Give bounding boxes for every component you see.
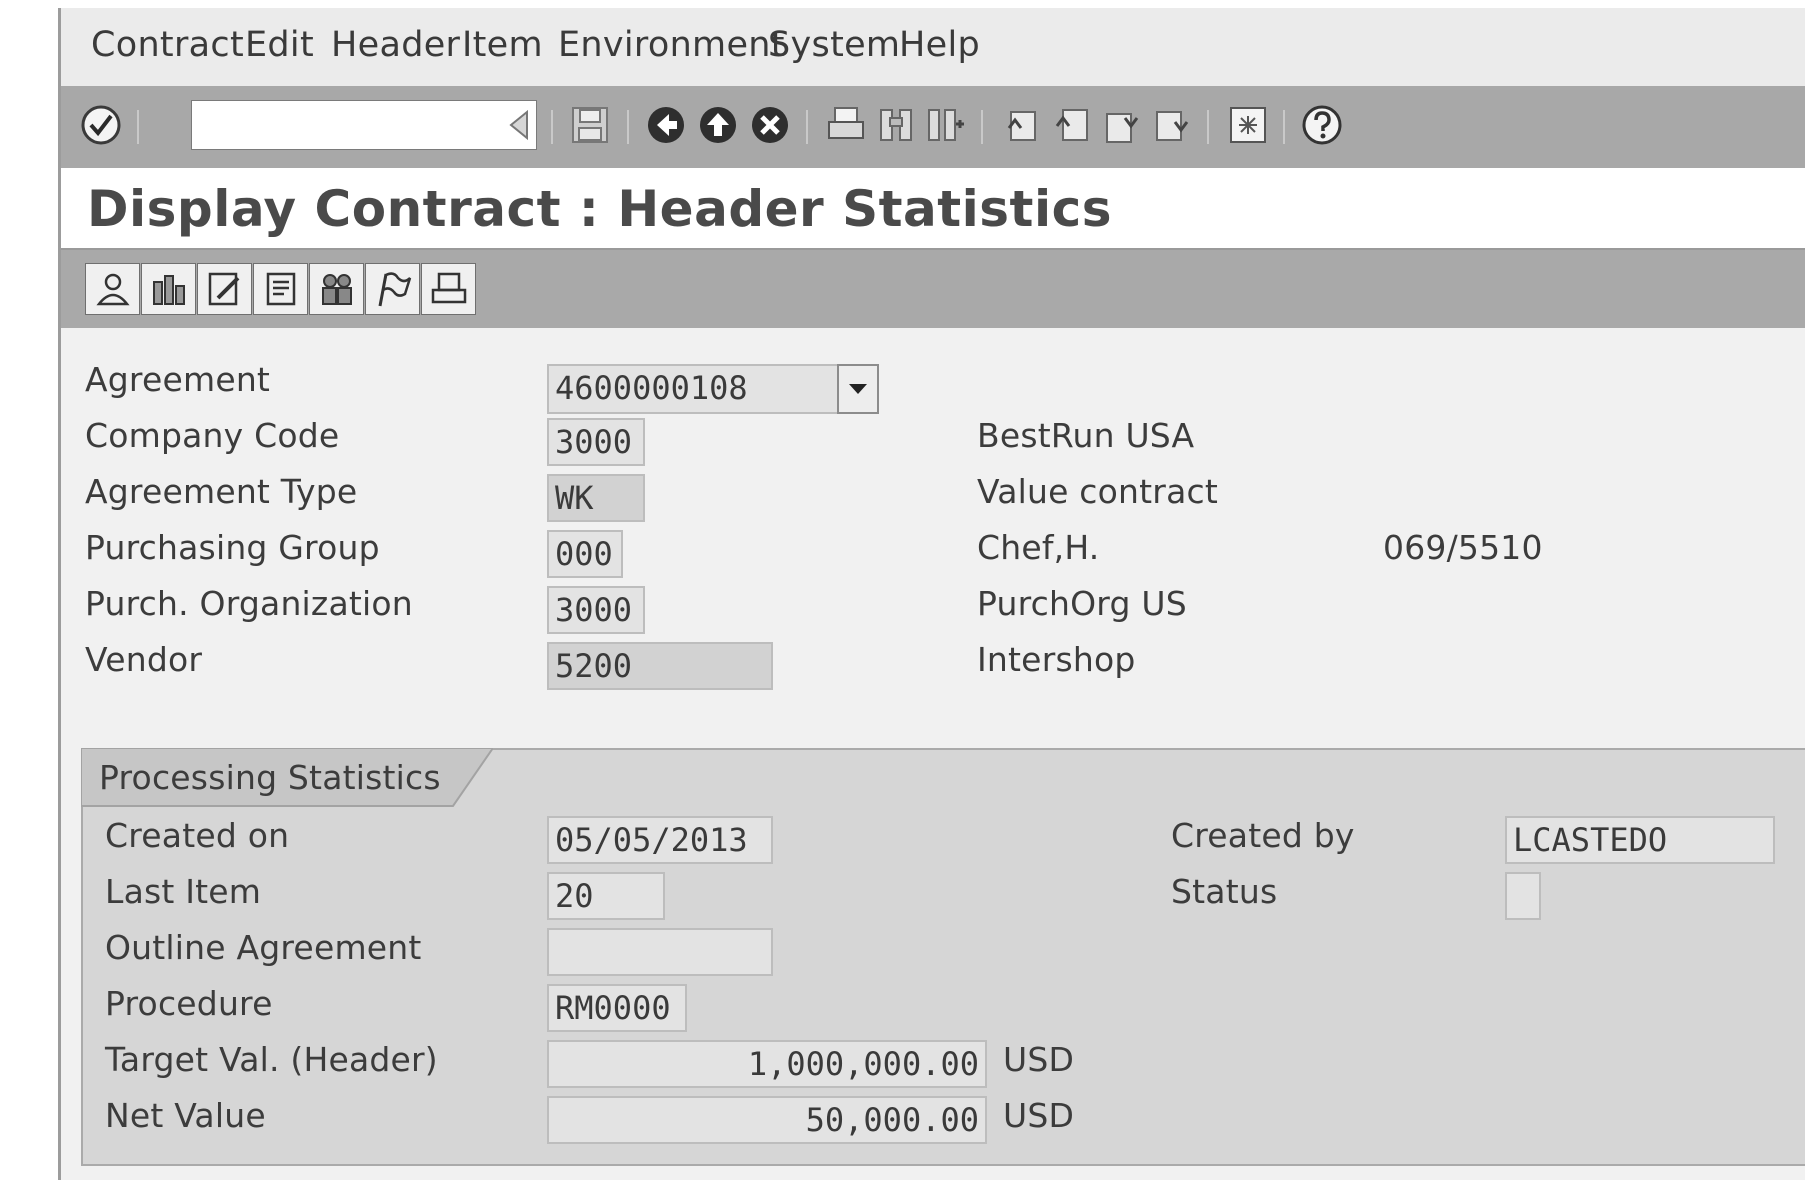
partner-icon — [96, 273, 130, 306]
layout-icon[interactable] — [1227, 104, 1269, 146]
people-icon — [322, 274, 352, 305]
outline-agreement-field[interactable] — [547, 928, 773, 976]
net-value-label: Net Value — [105, 1096, 266, 1135]
first-page-icon[interactable] — [1001, 104, 1043, 146]
partner-button[interactable] — [85, 263, 140, 315]
sap-window: Contract Edit Header Item Environment Sy… — [58, 8, 1805, 1180]
back-icon[interactable] — [645, 104, 687, 146]
created-on-field[interactable]: 05/05/2013 — [547, 816, 773, 864]
edit-texts-icon — [208, 272, 240, 306]
agreement-field[interactable]: 4600000108 — [547, 364, 839, 414]
created-by-field[interactable]: LCASTEDO — [1505, 816, 1775, 864]
agreement-type-label: Agreement Type — [85, 472, 358, 511]
menu-help[interactable]: Help — [899, 25, 980, 65]
company-code-label: Company Code — [85, 416, 340, 455]
print-icon — [431, 272, 467, 304]
net-value-currency: USD — [1003, 1096, 1075, 1135]
flag-icon — [378, 272, 412, 307]
purchasing-group-description: Chef,H. — [977, 528, 1100, 567]
purchasing-group-phone: 069/5510 — [1383, 528, 1543, 567]
enter-icon[interactable] — [80, 104, 122, 146]
target-value-currency: USD — [1003, 1040, 1075, 1079]
last-page-icon[interactable] — [1151, 104, 1193, 146]
agreement-dropdown-button[interactable] — [837, 364, 879, 414]
conditions-icon — [153, 275, 185, 305]
exit-icon[interactable] — [697, 104, 739, 146]
purchasing-group-field[interactable]: 000 — [547, 530, 623, 578]
print-preview-button[interactable] — [421, 263, 476, 315]
company-code-description: BestRun USA — [977, 416, 1195, 455]
page-title: Display Contract : Header Statistics — [87, 180, 1112, 238]
company-code-field[interactable]: 3000 — [547, 418, 645, 466]
people-button[interactable] — [309, 263, 364, 315]
application-toolbar — [61, 250, 1805, 328]
print-icon[interactable] — [825, 104, 867, 146]
agreement-type-field[interactable]: WK — [547, 474, 645, 522]
find-next-icon[interactable] — [925, 104, 967, 146]
chevron-down-icon — [849, 384, 867, 394]
document-button[interactable] — [253, 263, 308, 315]
standard-toolbar — [61, 86, 1805, 170]
command-field[interactable] — [191, 100, 537, 150]
net-value-field[interactable]: 50,000.00 — [547, 1096, 987, 1144]
procedure-label: Procedure — [105, 984, 273, 1023]
menu-environment[interactable]: Environment — [558, 25, 785, 65]
menu-item[interactable]: Item — [462, 25, 543, 65]
agreement-label: Agreement — [85, 360, 271, 399]
target-value-field[interactable]: 1,000,000.00 — [547, 1040, 987, 1088]
next-page-icon[interactable] — [1101, 104, 1143, 146]
document-icon — [266, 272, 296, 306]
status-flag-button[interactable] — [365, 263, 420, 315]
outline-agreement-label: Outline Agreement — [105, 928, 422, 967]
menu-system[interactable]: System — [768, 25, 900, 65]
back-arrow-icon[interactable] — [499, 104, 541, 146]
purch-organization-field[interactable]: 3000 — [547, 586, 645, 634]
created-on-label: Created on — [105, 816, 290, 855]
purchasing-group-label: Purchasing Group — [85, 528, 380, 567]
texts-button[interactable] — [197, 263, 252, 315]
purch-organization-label: Purch. Organization — [85, 584, 413, 623]
procedure-field[interactable]: RM0000 — [547, 984, 687, 1032]
status-label: Status — [1171, 872, 1278, 911]
help-icon[interactable] — [1301, 104, 1343, 146]
purch-organization-description: PurchOrg US — [977, 584, 1187, 623]
agreement-type-description: Value contract — [977, 472, 1218, 511]
previous-page-icon[interactable] — [1051, 104, 1093, 146]
title-bar: Display Contract : Header Statistics — [61, 168, 1805, 250]
vendor-description: Intershop — [977, 640, 1136, 679]
processing-statistics-title: Processing Statistics — [99, 758, 441, 797]
conditions-button[interactable] — [141, 263, 196, 315]
menu-bar: Contract Edit Header Item Environment Sy… — [61, 8, 1805, 86]
target-value-label: Target Val. (Header) — [105, 1040, 438, 1079]
created-by-label: Created by — [1171, 816, 1355, 855]
find-icon[interactable] — [875, 104, 917, 146]
vendor-label: Vendor — [85, 640, 203, 679]
status-field[interactable] — [1505, 872, 1541, 920]
menu-contract[interactable]: Contract — [91, 25, 244, 65]
menu-edit[interactable]: Edit — [245, 25, 314, 65]
menu-header[interactable]: Header — [331, 25, 460, 65]
cancel-icon[interactable] — [749, 104, 791, 146]
vendor-field[interactable]: 5200 — [547, 642, 773, 690]
last-item-field[interactable]: 20 — [547, 872, 665, 920]
save-icon[interactable] — [569, 104, 611, 146]
last-item-label: Last Item — [105, 872, 262, 911]
